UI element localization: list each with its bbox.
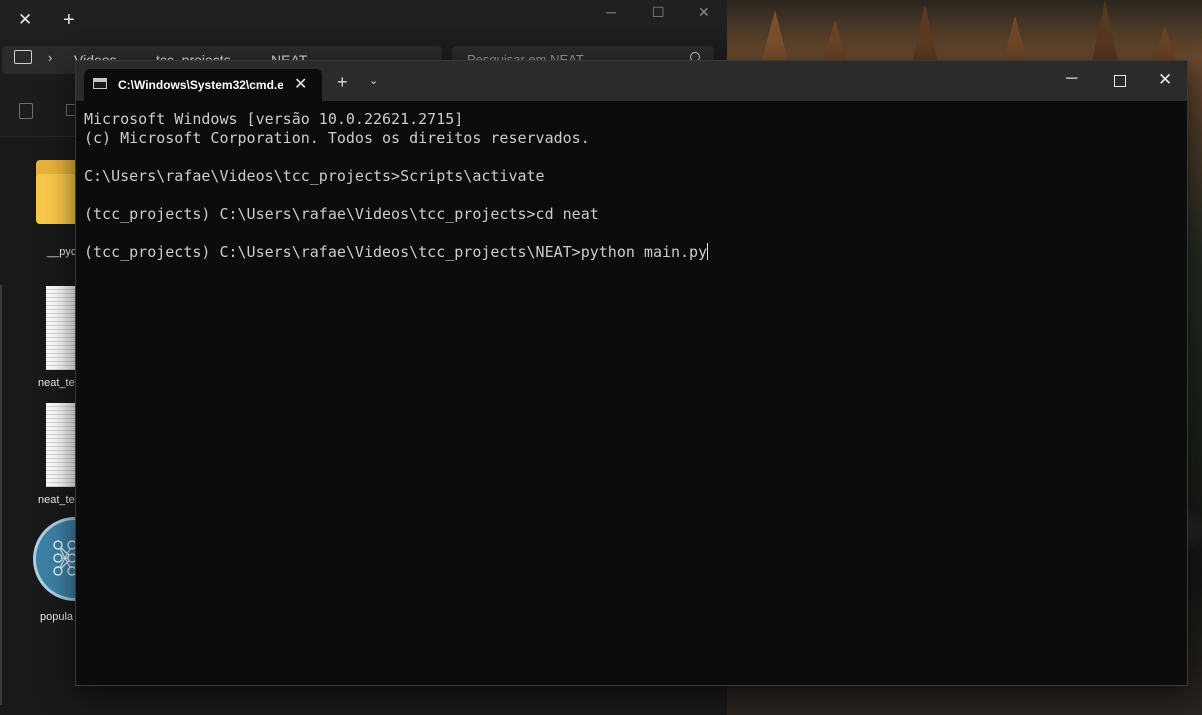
- maximize-icon[interactable]: ☐: [652, 4, 665, 21]
- text-cursor: [707, 243, 709, 260]
- terminal-output[interactable]: Microsoft Windows [versão 10.0.22621.271…: [84, 110, 1177, 677]
- close-icon[interactable]: ✕: [18, 10, 32, 30]
- add-tab-icon[interactable]: +: [63, 9, 75, 32]
- tab-title: C:\Windows\System32\cmd.exe: [118, 78, 283, 92]
- tab-cmd[interactable]: C:\Windows\System32\cmd.exe ✕: [84, 69, 322, 101]
- clipboard-icon[interactable]: [19, 103, 33, 119]
- terminal-titlebar[interactable]: C:\Windows\System32\cmd.exe ✕ + ⌄ ─ ✕: [76, 61, 1187, 101]
- new-tab-button[interactable]: +: [337, 73, 348, 91]
- prompt-line[interactable]: (tcc_projects) C:\Users\rafae\Videos\tcc…: [84, 243, 1177, 262]
- divider: [0, 285, 2, 705]
- console-line: (c) Microsoft Corporation. Todos os dire…: [84, 129, 590, 147]
- file-label[interactable]: __pyc: [47, 246, 76, 258]
- maximize-button[interactable]: [1114, 75, 1126, 87]
- chevron-right-icon[interactable]: ›: [48, 50, 52, 65]
- scrollbar[interactable]: [1182, 105, 1185, 665]
- close-icon[interactable]: ✕: [294, 74, 307, 94]
- file-label[interactable]: neat_te: [38, 494, 75, 506]
- file-label[interactable]: neat_te: [38, 377, 75, 389]
- console-line: C:\Users\rafae\Videos\tcc_projects>Scrip…: [84, 167, 545, 185]
- console-line: (tcc_projects) C:\Users\rafae\Videos\tcc…: [84, 205, 599, 223]
- minimize-icon[interactable]: ─: [606, 4, 616, 20]
- close-icon[interactable]: ✕: [698, 4, 710, 21]
- minimize-button[interactable]: ─: [1066, 70, 1077, 88]
- close-window-button[interactable]: ✕: [1158, 70, 1172, 90]
- file-label[interactable]: popula: [40, 611, 73, 623]
- cmd-icon: [93, 78, 107, 89]
- terminal-window[interactable]: C:\Windows\System32\cmd.exe ✕ + ⌄ ─ ✕ Mi…: [75, 60, 1188, 686]
- console-line: Microsoft Windows [versão 10.0.22621.271…: [84, 110, 464, 128]
- explorer-titlebar: ✕ + ─ ☐ ✕: [0, 0, 727, 40]
- computer-icon[interactable]: [14, 50, 32, 64]
- console-line: (tcc_projects) C:\Users\rafae\Videos\tcc…: [84, 243, 708, 261]
- chevron-down-icon[interactable]: ⌄: [369, 74, 378, 87]
